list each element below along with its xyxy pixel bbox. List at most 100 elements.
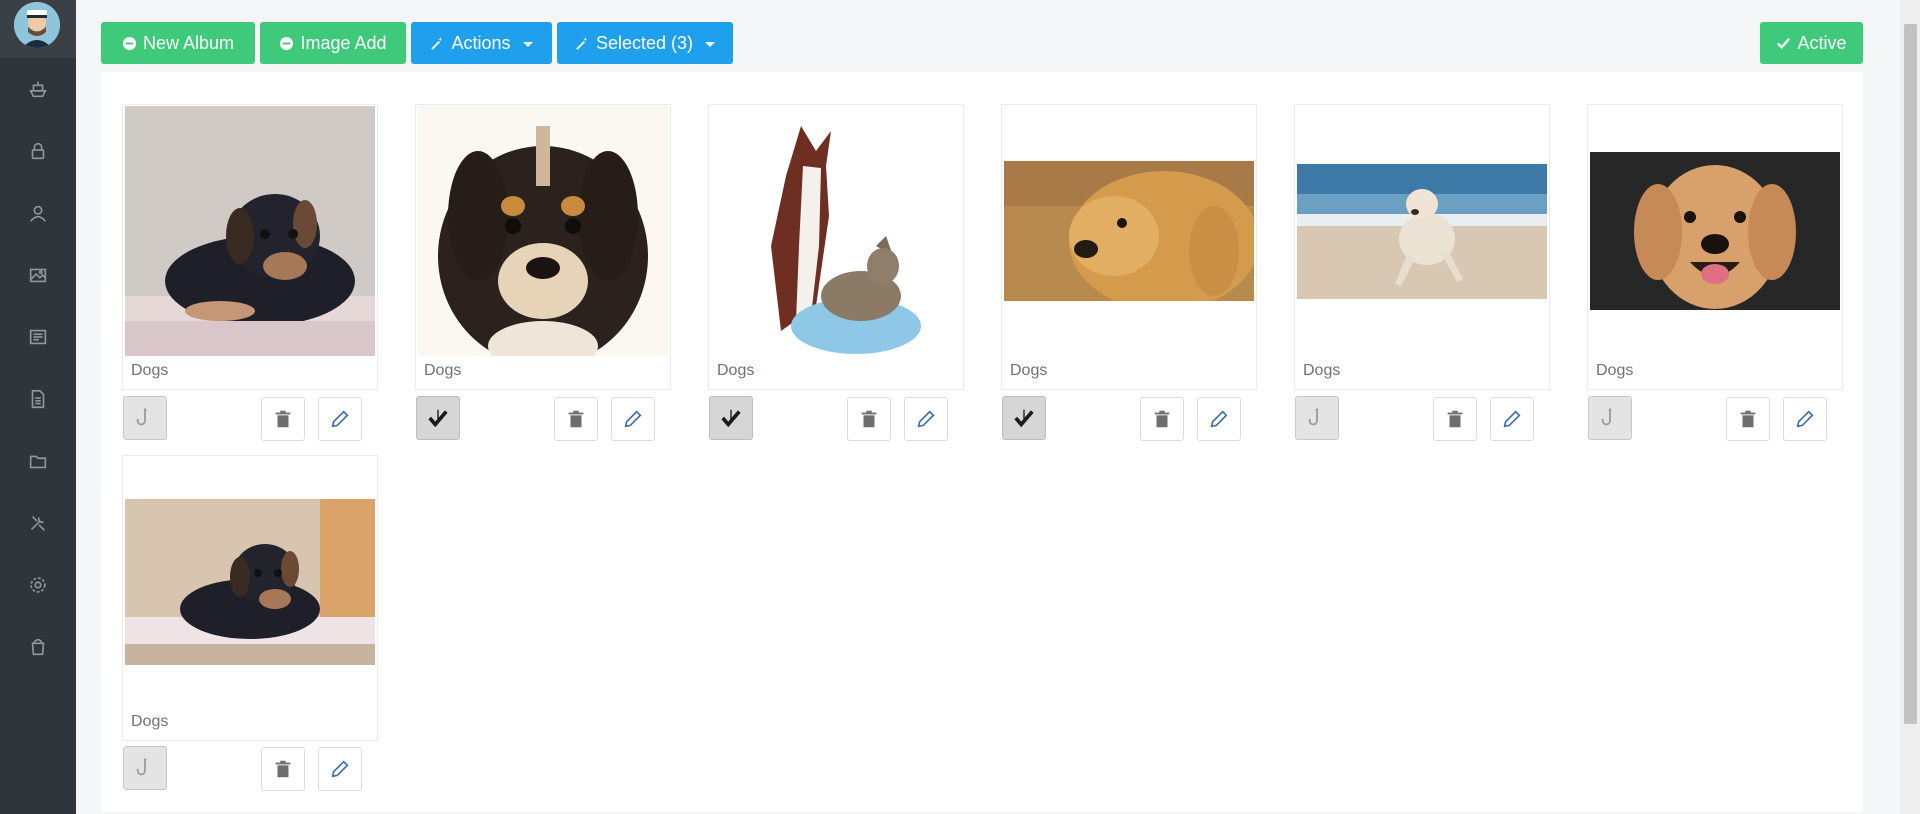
tools-icon bbox=[30, 515, 46, 531]
delete-button[interactable] bbox=[1140, 397, 1184, 441]
selected-dropdown[interactable]: Selected (3) bbox=[557, 22, 733, 64]
nav-user[interactable] bbox=[0, 182, 76, 244]
select-toggle[interactable] bbox=[123, 396, 167, 440]
active-button[interactable]: Active bbox=[1760, 22, 1863, 64]
select-toggle[interactable] bbox=[416, 396, 460, 440]
nav-document[interactable] bbox=[0, 368, 76, 430]
photo-dog-running-beach bbox=[1297, 163, 1547, 299]
nav-ship[interactable] bbox=[0, 58, 76, 120]
trash-icon bbox=[568, 410, 584, 428]
user-icon bbox=[30, 205, 46, 222]
gallery-card[interactable]: Dogs bbox=[1294, 104, 1550, 390]
select-toggle[interactable] bbox=[1295, 396, 1339, 440]
nav-settings[interactable] bbox=[0, 554, 76, 616]
sidebar bbox=[0, 0, 76, 814]
gallery-card[interactable]: Dogs bbox=[415, 104, 671, 390]
card-image-frame bbox=[1590, 107, 1840, 355]
card-label: Dogs bbox=[424, 362, 462, 379]
pencil-icon bbox=[1503, 410, 1521, 428]
ship-icon bbox=[29, 81, 47, 98]
card-label: Dogs bbox=[717, 362, 755, 379]
photo-golden-retriever-floor bbox=[1004, 161, 1254, 301]
select-toggle[interactable] bbox=[1588, 396, 1632, 440]
edit-button[interactable] bbox=[318, 747, 362, 791]
images-icon bbox=[29, 268, 47, 283]
image-add-label: Image Add bbox=[300, 32, 387, 53]
avatar[interactable] bbox=[14, 2, 60, 48]
new-album-label: New Album bbox=[142, 32, 235, 53]
card-label: Dogs bbox=[131, 713, 169, 730]
hook-icon bbox=[136, 758, 147, 776]
checked-hook-icon bbox=[721, 409, 741, 428]
selected-label: Selected (3) bbox=[595, 32, 694, 53]
hook-icon bbox=[1601, 408, 1612, 426]
actions-dropdown[interactable]: Actions bbox=[411, 22, 552, 64]
bucket-icon bbox=[31, 638, 45, 656]
card-label: Dogs bbox=[1010, 362, 1048, 379]
card-image-frame bbox=[125, 458, 375, 706]
photo-golden-retriever-smiling bbox=[1590, 152, 1840, 310]
checked-hook-icon bbox=[1014, 409, 1034, 428]
scrollbar[interactable] bbox=[1900, 0, 1920, 814]
card-image-frame bbox=[418, 106, 668, 356]
trash-icon bbox=[1154, 410, 1170, 428]
hook-icon bbox=[1308, 408, 1319, 426]
select-toggle[interactable] bbox=[123, 746, 167, 790]
delete-button[interactable] bbox=[1726, 397, 1770, 441]
photo-puppy-on-blanket-wide bbox=[125, 499, 375, 665]
edit-button[interactable] bbox=[1197, 397, 1241, 441]
gallery-card[interactable]: Dogs bbox=[122, 104, 378, 390]
pencil-icon bbox=[624, 410, 642, 428]
trash-icon bbox=[1740, 410, 1756, 428]
pencil-icon bbox=[917, 410, 935, 428]
delete-button[interactable] bbox=[261, 397, 305, 441]
pencil-icon bbox=[1796, 410, 1814, 428]
chevron-down-icon bbox=[522, 42, 533, 47]
photo-puppy-closeup bbox=[418, 106, 668, 356]
delete-button[interactable] bbox=[847, 397, 891, 441]
card-label: Dogs bbox=[131, 362, 169, 379]
chevron-down-icon bbox=[705, 42, 716, 47]
gallery-card[interactable]: Dogs bbox=[122, 455, 378, 741]
gear-icon bbox=[30, 577, 46, 593]
gallery-card[interactable]: Dogs bbox=[1587, 104, 1843, 390]
magic-wand-icon bbox=[431, 36, 443, 50]
nav-news[interactable] bbox=[0, 306, 76, 368]
actions-label: Actions bbox=[451, 32, 511, 53]
delete-button[interactable] bbox=[261, 747, 305, 791]
edit-button[interactable] bbox=[318, 397, 362, 441]
delete-button[interactable] bbox=[1433, 397, 1477, 441]
new-album-button[interactable]: New Album bbox=[101, 22, 255, 64]
card-label: Dogs bbox=[1596, 362, 1634, 379]
folder-icon bbox=[29, 455, 47, 469]
image-add-button[interactable]: Image Add bbox=[260, 22, 406, 64]
nav-images[interactable] bbox=[0, 244, 76, 306]
plus-circle-icon bbox=[122, 36, 137, 50]
photo-puppy-on-blanket bbox=[125, 106, 375, 356]
delete-button[interactable] bbox=[554, 397, 598, 441]
photo-dog-and-cat bbox=[711, 106, 961, 356]
document-icon bbox=[31, 389, 45, 409]
magic-wand-icon bbox=[576, 36, 588, 50]
active-label: Active bbox=[1797, 32, 1847, 53]
edit-button[interactable] bbox=[1490, 397, 1534, 441]
scrollbar-thumb[interactable] bbox=[1904, 24, 1917, 724]
nav-tools[interactable] bbox=[0, 492, 76, 554]
pencil-icon bbox=[331, 760, 349, 778]
select-toggle[interactable] bbox=[709, 396, 753, 440]
nav-folder[interactable] bbox=[0, 430, 76, 492]
lock-icon bbox=[31, 142, 45, 160]
plus-circle-icon bbox=[280, 36, 294, 50]
nav-lock[interactable] bbox=[0, 120, 76, 182]
checkmark-icon bbox=[1777, 37, 1791, 49]
nav-bucket[interactable] bbox=[0, 616, 76, 678]
gallery-card[interactable]: Dogs bbox=[708, 104, 964, 390]
edit-button[interactable] bbox=[904, 397, 948, 441]
pencil-icon bbox=[1210, 410, 1228, 428]
gallery-card[interactable]: Dogs bbox=[1001, 104, 1257, 390]
select-toggle[interactable] bbox=[1002, 396, 1046, 440]
edit-button[interactable] bbox=[611, 397, 655, 441]
edit-button[interactable] bbox=[1783, 397, 1827, 441]
card-image-frame bbox=[711, 106, 961, 356]
card-image-frame bbox=[1297, 107, 1547, 355]
